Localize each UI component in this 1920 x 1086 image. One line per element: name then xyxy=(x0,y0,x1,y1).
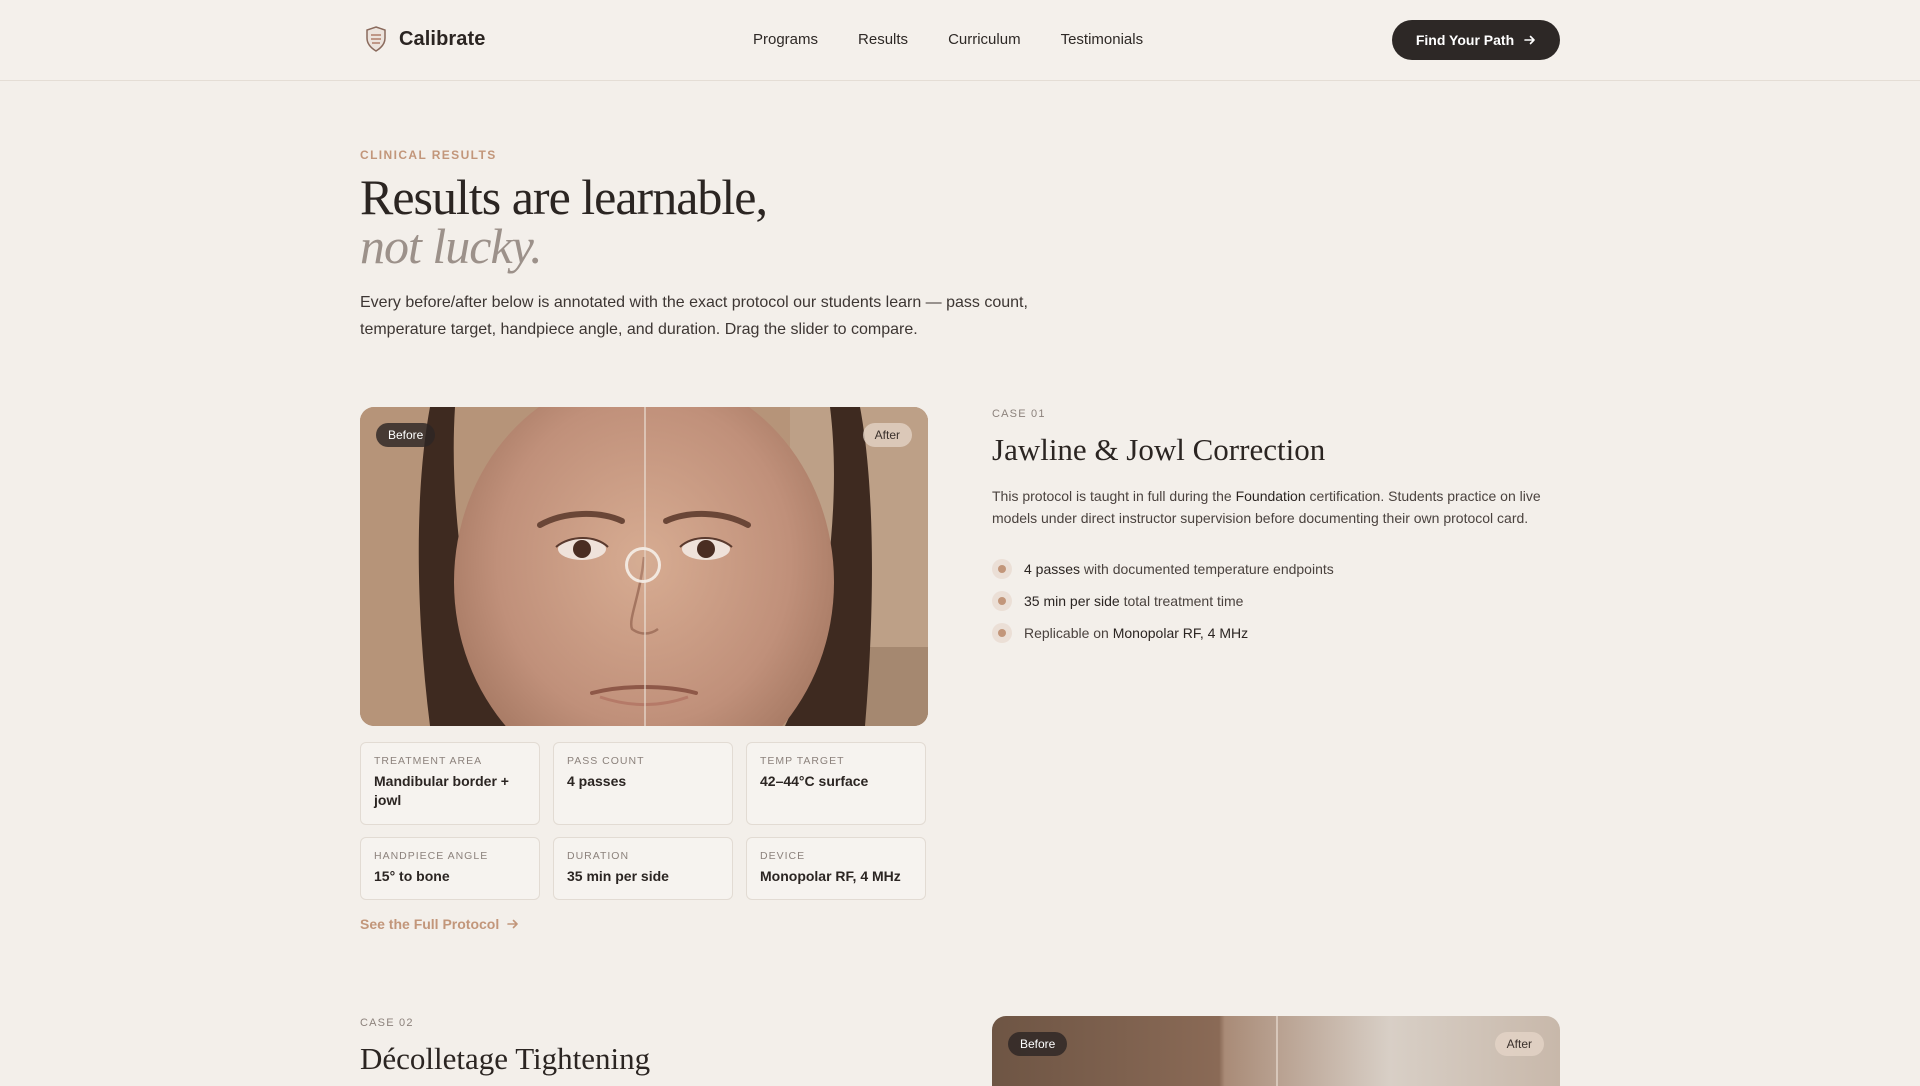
nav-links: Programs Results Curriculum Testimonials xyxy=(753,31,1143,48)
case-01-title: Jawline & Jowl Correction xyxy=(992,432,1326,467)
top-nav: Calibrate Programs Results Curriculum Te… xyxy=(0,0,1920,81)
bullet-rest: total treatment time xyxy=(1119,593,1244,609)
protocol-link-label: See the Full Protocol xyxy=(360,916,500,932)
stat-value: 42–44°C surface xyxy=(760,773,869,789)
before-badge: Before xyxy=(376,423,436,447)
desc-highlight: Foundation xyxy=(1235,488,1306,504)
stat-card-handpiece-angle: HANDPIECE ANGLE 15° to bone xyxy=(360,837,540,900)
stat-label: TREATMENT AREA xyxy=(374,755,483,767)
list-item: Replicable on Monopolar RF, 4 MHz xyxy=(992,617,1334,649)
arrow-right-icon xyxy=(507,919,519,929)
slider-divider xyxy=(1276,1016,1278,1086)
nav-link-programs[interactable]: Programs xyxy=(753,31,818,48)
bullet-text: 4 passes with documented temperature end… xyxy=(1024,561,1334,577)
list-item: 35 min per side total treatment time xyxy=(992,585,1334,617)
bullet-text: 35 min per side total treatment time xyxy=(1024,593,1243,609)
before-badge: Before xyxy=(1008,1032,1068,1056)
brand[interactable]: Calibrate xyxy=(365,26,486,52)
stat-label: DURATION xyxy=(567,850,630,862)
list-item: 4 passes with documented temperature end… xyxy=(992,553,1334,585)
before-after-slider-2[interactable]: Before After xyxy=(992,1016,1560,1086)
stat-card-pass-count: PASS COUNT 4 passes xyxy=(553,742,733,825)
shield-logo-icon xyxy=(366,26,386,52)
bullet-dot-icon xyxy=(992,591,1012,611)
cta-label: Find Your Path xyxy=(1415,32,1515,48)
stat-card-temp-target: TEMP TARGET 42–44°C surface xyxy=(746,742,926,825)
stat-value: 4 passes xyxy=(567,773,627,789)
stat-card-device: DEVICE Monopolar RF, 4 MHz xyxy=(746,837,926,900)
nav-link-results[interactable]: Results xyxy=(858,31,908,48)
stat-value: 35 min per side xyxy=(567,868,669,884)
bullet-strong: Monopolar RF, 4 MHz xyxy=(1112,625,1249,641)
stat-card-treatment-area: TREATMENT AREA Mandibular border + jowl xyxy=(360,742,540,825)
bullet-dot-icon xyxy=(992,559,1012,579)
nav-link-curriculum[interactable]: Curriculum xyxy=(948,31,1021,48)
slider-handle[interactable] xyxy=(625,547,661,583)
case-02-label: CASE 02 xyxy=(360,1017,414,1029)
see-full-protocol-link[interactable]: See the Full Protocol xyxy=(360,916,519,932)
nav-link-testimonials[interactable]: Testimonials xyxy=(1061,31,1144,48)
stat-label: PASS COUNT xyxy=(567,755,645,767)
bullet-strong: 4 passes xyxy=(1024,561,1081,577)
bullet-rest: Replicable on xyxy=(1024,625,1113,641)
arrow-right-icon xyxy=(1524,35,1535,45)
after-badge: After xyxy=(862,423,912,447)
stat-label: HANDPIECE ANGLE xyxy=(374,850,489,862)
hero-eyebrow: CLINICAL RESULTS xyxy=(360,148,497,162)
after-badge: After xyxy=(1494,1032,1544,1056)
case-01-label: CASE 01 xyxy=(992,408,1046,420)
bullet-strong: 35 min per side xyxy=(1024,593,1120,609)
find-your-path-button[interactable]: Find Your Path xyxy=(1392,20,1560,60)
hero-description: Every before/after below is annotated wi… xyxy=(360,294,1028,338)
bullet-dot-icon xyxy=(992,623,1012,643)
case-01-bullets: 4 passes with documented temperature end… xyxy=(992,553,1334,649)
brand-name: Calibrate xyxy=(399,27,486,50)
stat-value: Mandibular border + jowl xyxy=(374,773,509,808)
before-after-slider[interactable]: Before After xyxy=(360,407,928,726)
stat-value: 15° to bone xyxy=(374,868,450,884)
case-01-description: This protocol is taught in full during t… xyxy=(992,485,1572,529)
stat-label: DEVICE xyxy=(760,850,806,862)
stat-value: Monopolar RF, 4 MHz xyxy=(760,868,901,884)
stat-card-duration: DURATION 35 min per side xyxy=(553,837,733,900)
hero-title: Results are learnable, xyxy=(360,169,768,225)
case-02-title: Décolletage Tightening xyxy=(360,1041,651,1076)
stat-label: TEMP TARGET xyxy=(760,755,845,767)
hero-title-emphasis: not lucky. xyxy=(360,218,543,274)
desc-text: This protocol is taught in full during t… xyxy=(992,488,1236,504)
bullet-rest: with documented temperature endpoints xyxy=(1080,561,1334,577)
bullet-text: Replicable on Monopolar RF, 4 MHz xyxy=(1024,625,1248,641)
